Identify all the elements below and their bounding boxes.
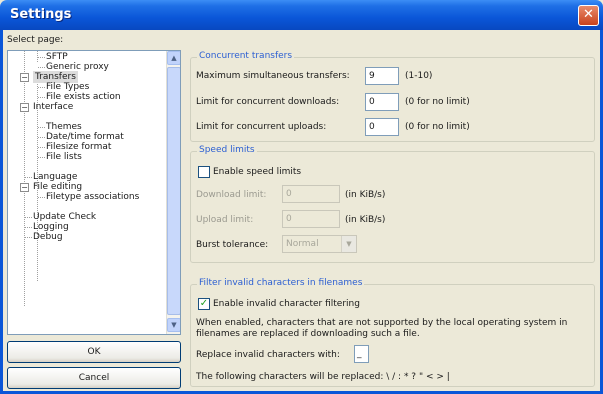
page-tree[interactable]: SFTP Generic proxy − Transfers File Type… xyxy=(7,50,181,335)
upload-limit-label: Upload limit: xyxy=(196,215,254,225)
burst-tolerance-label: Burst tolerance: xyxy=(196,240,269,250)
download-limit-label: Download limit: xyxy=(196,190,267,200)
download-limit-input[interactable]: 0 xyxy=(282,185,340,203)
enable-speed-limits-label: Enable speed limits xyxy=(213,167,302,177)
filter-description-line1: When enabled, characters that are not su… xyxy=(196,318,568,328)
upload-limit-input[interactable]: 0 xyxy=(282,210,340,228)
concurrent-transfers-title: Concurrent transfers xyxy=(197,51,295,61)
tree-branch xyxy=(38,57,45,58)
tree-branch xyxy=(25,237,32,238)
tree-item-filetype-associations[interactable]: Filetype associations xyxy=(46,191,139,203)
collapse-icon[interactable]: − xyxy=(20,103,29,112)
tree-branch xyxy=(38,97,45,98)
concurrent-downloads-input[interactable]: 0 xyxy=(365,93,399,111)
burst-tolerance-value: Normal xyxy=(286,239,319,249)
ok-button[interactable]: OK xyxy=(7,341,181,363)
tree-branch xyxy=(25,177,32,178)
title-bar: Settings ✕ xyxy=(0,0,603,30)
collapse-icon[interactable]: − xyxy=(20,73,29,82)
scroll-down-icon[interactable]: ▼ xyxy=(167,318,180,332)
tree-branch xyxy=(38,137,45,138)
replace-with-input[interactable]: _ xyxy=(354,345,369,363)
scrollbar-thumb[interactable] xyxy=(167,67,180,315)
concurrent-uploads-input[interactable]: 0 xyxy=(365,118,399,136)
filter-invalid-chars-title: Filter invalid characters in filenames xyxy=(197,278,365,288)
upload-limit-unit: (in KiB/s) xyxy=(345,215,386,225)
max-transfers-label: Maximum simultaneous transfers: xyxy=(196,71,350,81)
collapse-icon[interactable]: − xyxy=(20,183,29,192)
concurrent-downloads-hint: (0 for no limit) xyxy=(405,97,470,107)
tree-branch xyxy=(38,67,45,68)
tree-item-debug[interactable]: Debug xyxy=(33,231,63,243)
chevron-down-icon[interactable]: ▼ xyxy=(341,236,356,252)
max-transfers-input[interactable]: 9 xyxy=(365,67,399,85)
concurrent-uploads-hint: (0 for no limit) xyxy=(405,122,470,132)
cancel-button[interactable]: Cancel xyxy=(7,367,181,389)
concurrent-uploads-label: Limit for concurrent uploads: xyxy=(196,122,327,132)
burst-tolerance-select[interactable]: Normal ▼ xyxy=(282,235,357,253)
tree-branch xyxy=(25,217,32,218)
select-page-label: Select page: xyxy=(7,35,64,45)
tree-item-file-lists[interactable]: File lists xyxy=(46,151,82,163)
enable-filtering-label: Enable invalid character filtering xyxy=(213,299,360,309)
tree-branch xyxy=(38,87,45,88)
tree-branch xyxy=(38,127,45,128)
max-transfers-hint: (1-10) xyxy=(405,71,433,81)
tree-guide xyxy=(24,51,25,306)
concurrent-downloads-label: Limit for concurrent downloads: xyxy=(196,97,340,107)
replace-with-label: Replace invalid characters with: xyxy=(196,350,340,360)
tree-branch xyxy=(38,197,45,198)
speed-limits-title: Speed limits xyxy=(197,145,257,155)
tree-item-interface[interactable]: Interface xyxy=(33,101,73,113)
tree-branch xyxy=(38,157,45,158)
tree-branch xyxy=(38,147,45,148)
replaced-characters-label: The following characters will be replace… xyxy=(196,372,450,382)
close-icon[interactable]: ✕ xyxy=(578,5,599,26)
scroll-up-icon[interactable]: ▲ xyxy=(167,51,180,65)
filter-description-line2: filenames are replaced if downloading su… xyxy=(196,329,420,339)
enable-filtering-checkbox[interactable]: ✓ xyxy=(198,298,210,310)
tree-branch xyxy=(25,227,32,228)
enable-speed-limits-checkbox[interactable] xyxy=(198,166,210,178)
window-title: Settings xyxy=(10,7,72,22)
download-limit-unit: (in KiB/s) xyxy=(345,190,386,200)
tree-scrollbar[interactable]: ▲ ▼ xyxy=(166,51,180,334)
